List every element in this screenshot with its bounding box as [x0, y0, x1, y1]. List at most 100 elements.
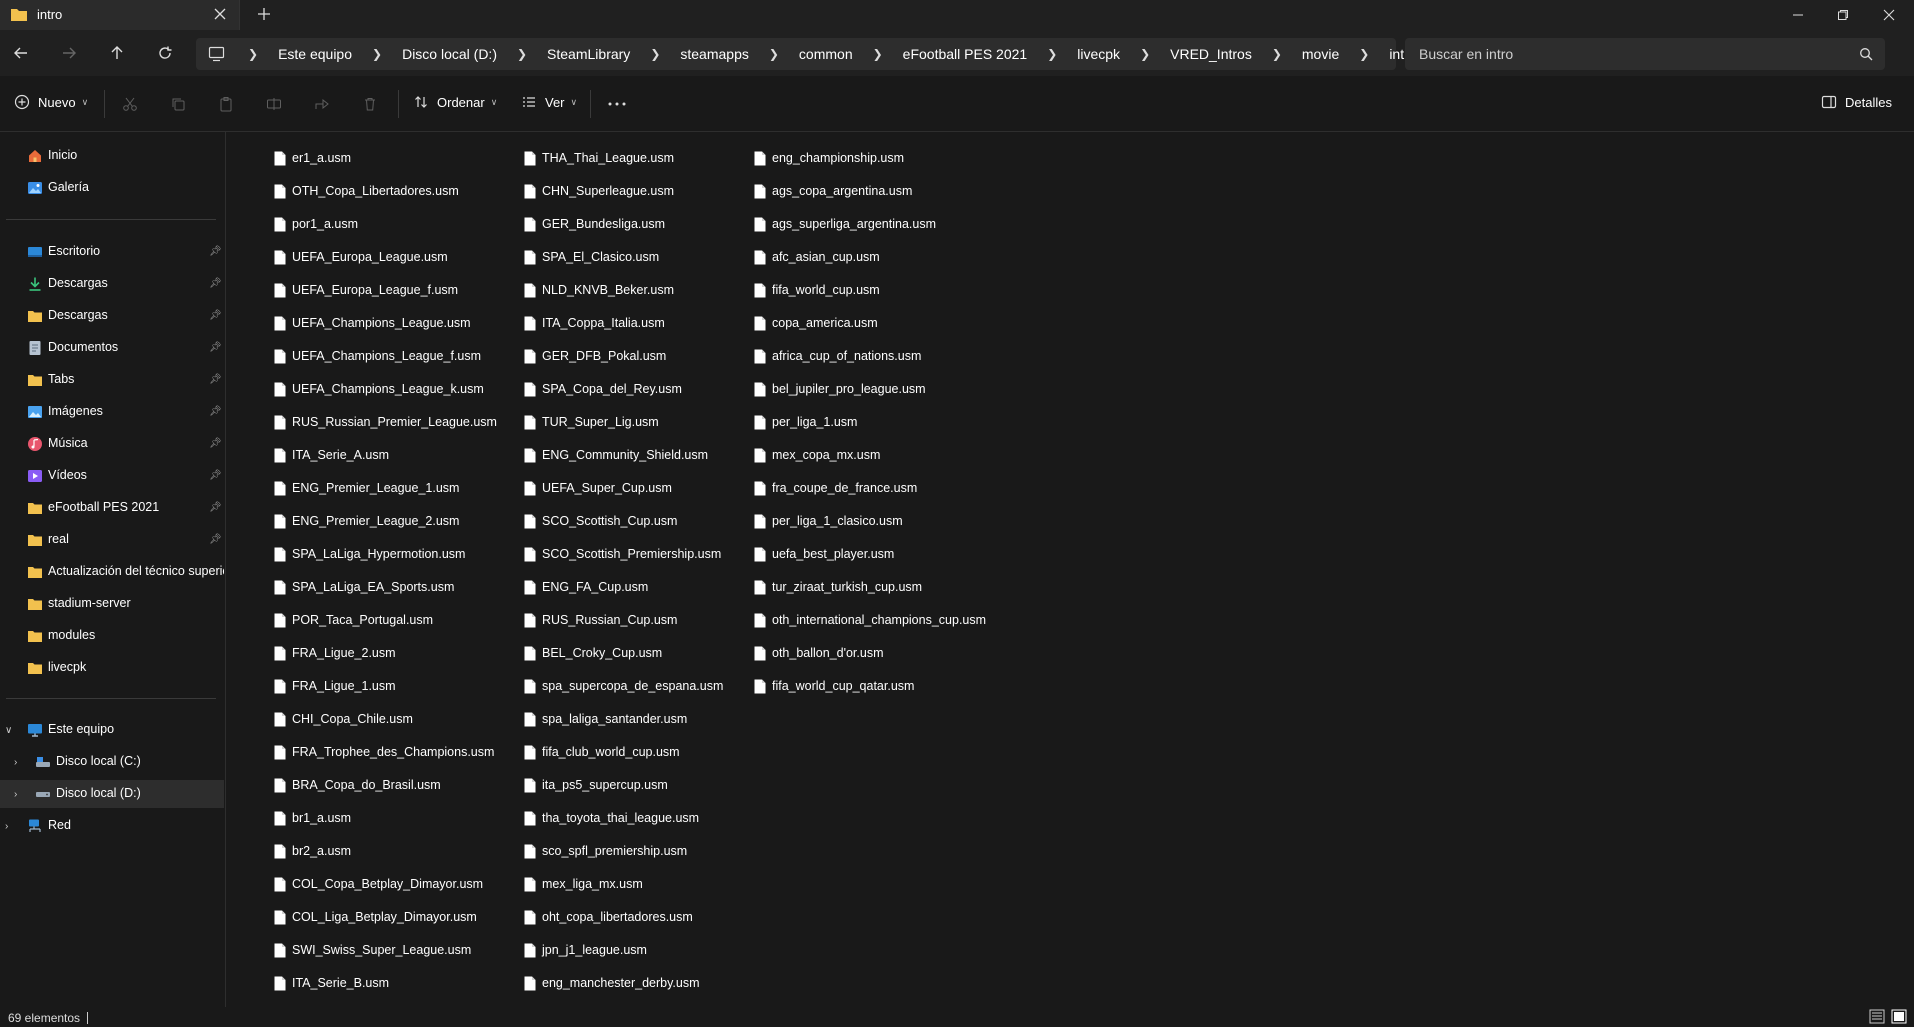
- sidebar-item-drive-c[interactable]: › Disco local (C:): [0, 748, 224, 776]
- file-item[interactable]: oht_copa_libertadores.usm: [524, 904, 693, 930]
- chevron-right-icon[interactable]: ❯: [507, 47, 537, 61]
- file-item[interactable]: jpn_j1_league.usm: [524, 937, 647, 963]
- sidebar-item-videos[interactable]: Vídeos 📌︎: [0, 462, 224, 490]
- breadcrumb-item[interactable]: movie: [1292, 46, 1349, 62]
- file-item[interactable]: SPA_LaLiga_Hypermotion.usm: [274, 541, 465, 567]
- chevron-right-icon[interactable]: ❯: [1130, 47, 1160, 61]
- sidebar-item-this-pc[interactable]: ∨ Este equipo: [0, 716, 224, 744]
- forward-arrow-icon[interactable]: [58, 42, 80, 64]
- file-item[interactable]: FRA_Ligue_1.usm: [274, 673, 396, 699]
- refresh-icon[interactable]: [154, 42, 176, 64]
- sidebar-item-recent-folder[interactable]: modules: [0, 622, 224, 650]
- file-item[interactable]: ags_superliga_argentina.usm: [754, 211, 936, 237]
- file-item[interactable]: fifa_club_world_cup.usm: [524, 739, 680, 765]
- sidebar-item-real[interactable]: real 📌︎: [0, 526, 224, 554]
- file-item[interactable]: FRA_Trophee_des_Champions.usm: [274, 739, 494, 765]
- close-tab-icon[interactable]: [213, 7, 227, 21]
- sidebar-item-downloads-folder[interactable]: Descargas 📌︎: [0, 302, 224, 330]
- file-item[interactable]: eng_championship.usm: [754, 145, 904, 171]
- file-item[interactable]: oth_international_champions_cup.usm: [754, 607, 986, 633]
- copy-icon[interactable]: [168, 94, 188, 114]
- file-item[interactable]: UEFA_Europa_League.usm: [274, 244, 448, 270]
- trash-icon[interactable]: [360, 94, 380, 114]
- file-item[interactable]: SCO_Scottish_Premiership.usm: [524, 541, 721, 567]
- sidebar-item-pictures[interactable]: Imágenes 📌︎: [0, 398, 224, 426]
- cut-icon[interactable]: [120, 94, 140, 114]
- file-item[interactable]: CHN_Superleague.usm: [524, 178, 674, 204]
- breadcrumb-item[interactable]: SteamLibrary: [537, 46, 640, 62]
- search-input[interactable]: Buscar en intro: [1405, 38, 1885, 70]
- chevron-right-icon[interactable]: ❯: [362, 47, 392, 61]
- tab-intro[interactable]: intro: [0, 0, 240, 30]
- file-item[interactable]: UEFA_Champions_League_k.usm: [274, 376, 484, 402]
- chevron-right-icon[interactable]: ›: [14, 757, 17, 768]
- file-item[interactable]: RUS_Russian_Cup.usm: [524, 607, 677, 633]
- new-button[interactable]: Nuevo ∨: [14, 94, 88, 110]
- file-item[interactable]: POR_Taca_Portugal.usm: [274, 607, 433, 633]
- pin-icon[interactable]: 📌︎: [209, 470, 222, 481]
- sidebar-item-home[interactable]: Inicio: [0, 142, 224, 170]
- file-item[interactable]: fifa_world_cup.usm: [754, 277, 880, 303]
- pin-icon[interactable]: 📌︎: [209, 406, 222, 417]
- file-item[interactable]: bel_jupiler_pro_league.usm: [754, 376, 926, 402]
- file-item[interactable]: copa_america.usm: [754, 310, 878, 336]
- chevron-right-icon[interactable]: ❯: [863, 47, 893, 61]
- file-item[interactable]: ITA_Serie_B.usm: [274, 970, 389, 996]
- back-arrow-icon[interactable]: [10, 42, 32, 64]
- pin-icon[interactable]: 📌︎: [209, 342, 222, 353]
- file-item[interactable]: RUS_Russian_Premier_League.usm: [274, 409, 497, 435]
- pin-icon[interactable]: 📌︎: [209, 502, 222, 513]
- pin-icon[interactable]: 📌︎: [209, 310, 222, 321]
- file-item[interactable]: UEFA_Super_Cup.usm: [524, 475, 672, 501]
- details-view-icon[interactable]: [1869, 1009, 1885, 1024]
- file-item[interactable]: UEFA_Champions_League.usm: [274, 310, 471, 336]
- file-item[interactable]: ita_ps5_supercup.usm: [524, 772, 668, 798]
- file-item[interactable]: COL_Liga_Betplay_Dimayor.usm: [274, 904, 477, 930]
- chevron-right-icon[interactable]: ❯: [640, 47, 670, 61]
- file-item[interactable]: SCO_Scottish_Cup.usm: [524, 508, 677, 534]
- sidebar-item-drive-d[interactable]: › Disco local (D:): [0, 780, 224, 808]
- sidebar-item-recent-folder[interactable]: stadium-server: [0, 590, 224, 618]
- file-item[interactable]: er1_a.usm: [274, 145, 351, 171]
- file-item[interactable]: tha_toyota_thai_league.usm: [524, 805, 699, 831]
- file-item[interactable]: africa_cup_of_nations.usm: [754, 343, 921, 369]
- rename-icon[interactable]: [264, 94, 284, 114]
- sidebar-item-efootball[interactable]: eFootball PES 2021 📌︎: [0, 494, 224, 522]
- chevron-right-icon[interactable]: ›: [5, 821, 8, 832]
- file-item[interactable]: mex_liga_mx.usm: [524, 871, 643, 897]
- file-item[interactable]: fifa_world_cup_qatar.usm: [754, 673, 914, 699]
- file-item[interactable]: NLD_KNVB_Beker.usm: [524, 277, 674, 303]
- file-item[interactable]: TUR_Super_Lig.usm: [524, 409, 659, 435]
- sort-button[interactable]: Ordenar ∨: [413, 94, 497, 110]
- file-item[interactable]: ENG_Premier_League_1.usm: [274, 475, 459, 501]
- large-icons-view-icon[interactable]: [1891, 1009, 1907, 1024]
- file-item[interactable]: eng_manchester_derby.usm: [524, 970, 700, 996]
- pin-icon[interactable]: 📌︎: [209, 374, 222, 385]
- breadcrumb-item[interactable]: Disco local (D:): [392, 46, 507, 62]
- pin-icon[interactable]: 📌︎: [209, 278, 222, 289]
- chevron-right-icon[interactable]: ❯: [238, 47, 268, 61]
- more-options-icon[interactable]: [607, 94, 627, 114]
- pin-icon[interactable]: 📌︎: [209, 534, 222, 545]
- file-item[interactable]: GER_DFB_Pokal.usm: [524, 343, 666, 369]
- file-item[interactable]: THA_Thai_League.usm: [524, 145, 674, 171]
- sidebar-item-recent-folder[interactable]: Actualización del técnico superio: [0, 558, 224, 586]
- search-icon[interactable]: [1859, 47, 1873, 61]
- details-button[interactable]: Detalles: [1821, 94, 1892, 110]
- file-item[interactable]: ENG_FA_Cup.usm: [524, 574, 648, 600]
- sidebar-item-documents[interactable]: Documentos 📌︎: [0, 334, 224, 362]
- file-item[interactable]: oth_ballon_d'or.usm: [754, 640, 884, 666]
- file-item[interactable]: per_liga_1.usm: [754, 409, 857, 435]
- file-item[interactable]: UEFA_Europa_League_f.usm: [274, 277, 458, 303]
- file-item[interactable]: FRA_Ligue_2.usm: [274, 640, 396, 666]
- minimize-icon[interactable]: [1775, 0, 1821, 30]
- file-item[interactable]: SPA_El_Clasico.usm: [524, 244, 659, 270]
- file-item[interactable]: mex_copa_mx.usm: [754, 442, 880, 468]
- view-button[interactable]: Ver ∨: [521, 94, 577, 110]
- file-item[interactable]: CHI_Copa_Chile.usm: [274, 706, 413, 732]
- breadcrumb-item[interactable]: eFootball PES 2021: [893, 46, 1038, 62]
- chevron-right-icon[interactable]: ❯: [1262, 47, 1292, 61]
- file-item[interactable]: br2_a.usm: [274, 838, 351, 864]
- file-item[interactable]: SWI_Swiss_Super_League.usm: [274, 937, 471, 963]
- file-item[interactable]: COL_Copa_Betplay_Dimayor.usm: [274, 871, 483, 897]
